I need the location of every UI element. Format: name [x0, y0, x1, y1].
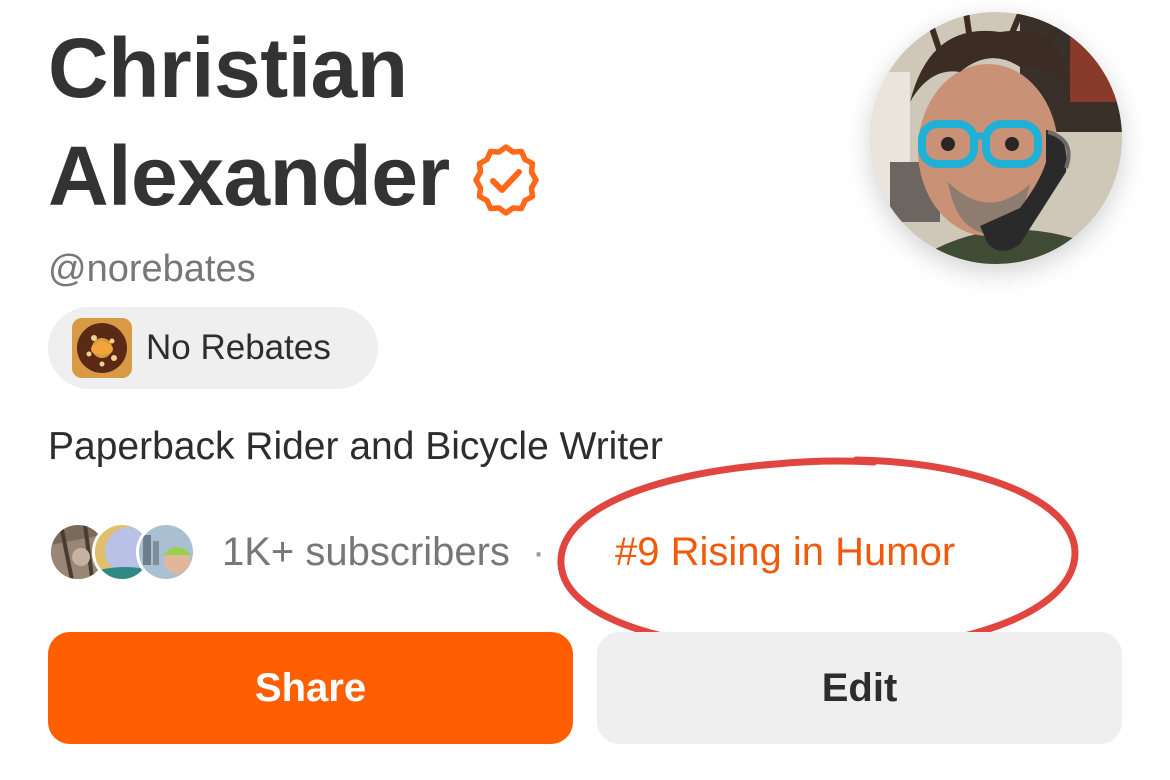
- subscriber-count: 1K+ subscribers: [222, 529, 510, 574]
- profile-page: Christian Alexander @norebates No Rebate…: [0, 0, 1170, 780]
- publication-name: No Rebates: [146, 328, 331, 367]
- profile-photo: [870, 12, 1122, 264]
- verified-badge-icon: [468, 141, 544, 217]
- share-button[interactable]: Share: [48, 632, 573, 744]
- profile-name-first: Christian: [48, 21, 408, 115]
- profile-name-last: Alexander: [48, 129, 450, 223]
- profile-bio: Paperback Rider and Bicycle Writer: [48, 425, 663, 468]
- rising-rank-label[interactable]: #9 Rising in Humor: [615, 526, 955, 578]
- profile-name-second: Alexander: [48, 128, 544, 224]
- edit-button[interactable]: Edit: [597, 632, 1122, 744]
- subscriber-avatar: [136, 522, 196, 582]
- stats-separator: ·: [531, 529, 546, 574]
- profile-handle: @norebates: [48, 248, 256, 290]
- publication-chip[interactable]: No Rebates: [48, 307, 378, 389]
- publication-logo: [72, 318, 132, 378]
- subscribers-row[interactable]: 1K+ subscribers ·: [48, 520, 545, 584]
- subscriber-avatars: [48, 520, 200, 584]
